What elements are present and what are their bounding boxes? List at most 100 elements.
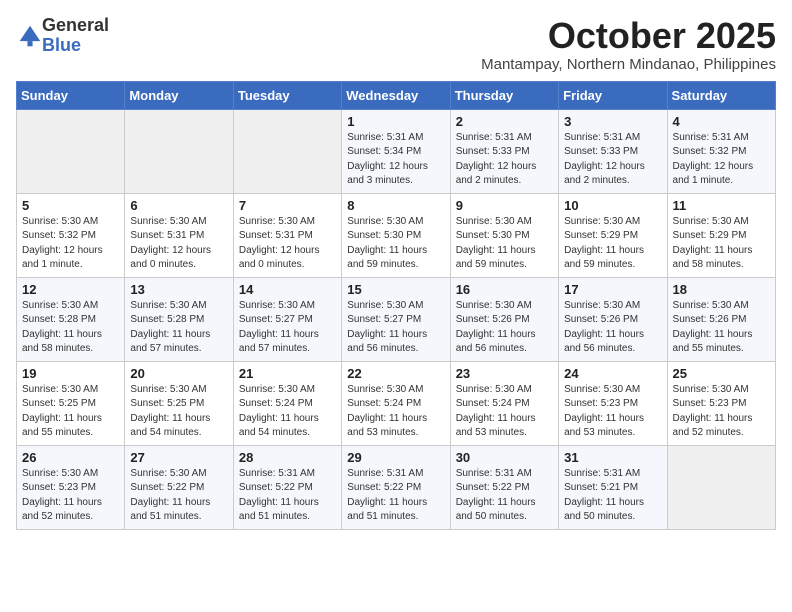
calendar-cell: 15Sunrise: 5:30 AM Sunset: 5:27 PM Dayli… (342, 277, 450, 361)
header-tuesday: Tuesday (233, 81, 341, 109)
day-number: 14 (239, 282, 336, 297)
day-number: 20 (130, 366, 227, 381)
day-info: Sunrise: 5:30 AM Sunset: 5:26 PM Dayligh… (564, 299, 661, 357)
day-number: 11 (673, 198, 770, 213)
day-number: 12 (22, 282, 119, 297)
day-number: 18 (673, 282, 770, 297)
header-thursday: Thursday (450, 81, 558, 109)
day-info: Sunrise: 5:30 AM Sunset: 5:26 PM Dayligh… (673, 299, 770, 357)
day-info: Sunrise: 5:31 AM Sunset: 5:22 PM Dayligh… (456, 467, 553, 525)
calendar-cell: 23 Sunrise: 5:30 AM Sunset: 5:24 PM Dayli… (450, 361, 558, 445)
day-number: 23 (456, 366, 553, 381)
calendar-week-2: 5Sunrise: 5:30 AM Sunset: 5:32 PM Daylig… (17, 193, 776, 277)
day-info: Sunrise: 5:30 AM Sunset: 5:27 PM Dayligh… (347, 299, 444, 357)
day-info: Sunrise: 5:30 AM Sunset: 5:30 PM Dayligh… (456, 215, 553, 273)
day-number: 21 (239, 366, 336, 381)
calendar-cell: 10 Sunrise: 5:30 AM Sunset: 5:29 PM Dayli… (559, 193, 667, 277)
logo: General Blue (16, 16, 109, 56)
day-number: 4 (673, 114, 770, 129)
day-info: Sunrise: 5:30 AM Sunset: 5:25 PM Dayligh… (130, 383, 227, 441)
calendar-cell: 18 Sunrise: 5:30 AM Sunset: 5:26 PM Dayli… (667, 277, 775, 361)
calendar-cell: 3 Sunrise: 5:31 AM Sunset: 5:33 PM Daylig… (559, 109, 667, 193)
calendar-week-3: 12 Sunrise: 5:30 AM Sunset: 5:28 PM Dayli… (17, 277, 776, 361)
day-info: Sunrise: 5:30 AM Sunset: 5:31 PM Dayligh… (130, 215, 227, 273)
calendar-cell: 29 Sunrise: 5:31 AM Sunset: 5:22 PM Dayli… (342, 445, 450, 529)
calendar-cell: 4 Sunrise: 5:31 AM Sunset: 5:32 PM Daylig… (667, 109, 775, 193)
calendar-week-5: 26Sunrise: 5:30 AM Sunset: 5:23 PM Dayli… (17, 445, 776, 529)
calendar-cell: 27 Sunrise: 5:30 AM Sunset: 5:22 PM Dayli… (125, 445, 233, 529)
calendar-cell: 28 Sunrise: 5:31 AM Sunset: 5:22 PM Dayli… (233, 445, 341, 529)
day-info: Sunrise: 5:30 AM Sunset: 5:22 PM Dayligh… (130, 467, 227, 525)
calendar-cell: 31Sunrise: 5:31 AM Sunset: 5:21 PM Dayli… (559, 445, 667, 529)
day-info: Sunrise: 5:30 AM Sunset: 5:24 PM Dayligh… (347, 383, 444, 441)
header-sunday: Sunday (17, 81, 125, 109)
calendar-cell: 1 Sunrise: 5:31 AM Sunset: 5:34 PM Daylig… (342, 109, 450, 193)
calendar-cell: 8Sunrise: 5:30 AM Sunset: 5:30 PM Daylig… (342, 193, 450, 277)
day-number: 2 (456, 114, 553, 129)
title-block: October 2025 Mantampay, Northern Mindana… (481, 16, 776, 73)
calendar-cell (125, 109, 233, 193)
header-wednesday: Wednesday (342, 81, 450, 109)
day-info: Sunrise: 5:31 AM Sunset: 5:22 PM Dayligh… (347, 467, 444, 525)
calendar-cell: 20 Sunrise: 5:30 AM Sunset: 5:25 PM Dayli… (125, 361, 233, 445)
day-number: 19 (22, 366, 119, 381)
calendar-body: 1 Sunrise: 5:31 AM Sunset: 5:34 PM Daylig… (17, 109, 776, 529)
calendar-week-4: 19 Sunrise: 5:30 AM Sunset: 5:25 PM Dayli… (17, 361, 776, 445)
day-number: 7 (239, 198, 336, 213)
day-number: 29 (347, 450, 444, 465)
day-number: 6 (130, 198, 227, 213)
day-info: Sunrise: 5:30 AM Sunset: 5:29 PM Dayligh… (564, 215, 661, 273)
calendar-cell: 26Sunrise: 5:30 AM Sunset: 5:23 PM Dayli… (17, 445, 125, 529)
calendar-cell: 11 Sunrise: 5:30 AM Sunset: 5:29 PM Dayli… (667, 193, 775, 277)
day-info: Sunrise: 5:31 AM Sunset: 5:34 PM Dayligh… (347, 131, 444, 189)
day-info: Sunrise: 5:30 AM Sunset: 5:24 PM Dayligh… (239, 383, 336, 441)
day-number: 31 (564, 450, 661, 465)
calendar-cell: 2 Sunrise: 5:31 AM Sunset: 5:33 PM Daylig… (450, 109, 558, 193)
day-info: Sunrise: 5:30 AM Sunset: 5:28 PM Dayligh… (22, 299, 119, 357)
day-number: 25 (673, 366, 770, 381)
day-number: 17 (564, 282, 661, 297)
header-friday: Friday (559, 81, 667, 109)
day-number: 1 (347, 114, 444, 129)
calendar-cell: 24Sunrise: 5:30 AM Sunset: 5:23 PM Dayli… (559, 361, 667, 445)
day-info: Sunrise: 5:30 AM Sunset: 5:25 PM Dayligh… (22, 383, 119, 441)
calendar-cell: 21 Sunrise: 5:30 AM Sunset: 5:24 PM Dayli… (233, 361, 341, 445)
day-number: 8 (347, 198, 444, 213)
day-number: 13 (130, 282, 227, 297)
calendar-cell (667, 445, 775, 529)
day-info: Sunrise: 5:30 AM Sunset: 5:28 PM Dayligh… (130, 299, 227, 357)
location-title: Mantampay, Northern Mindanao, Philippine… (481, 56, 776, 73)
calendar-cell: 16 Sunrise: 5:30 AM Sunset: 5:26 PM Dayli… (450, 277, 558, 361)
day-number: 28 (239, 450, 336, 465)
day-number: 10 (564, 198, 661, 213)
day-info: Sunrise: 5:30 AM Sunset: 5:29 PM Dayligh… (673, 215, 770, 273)
day-info: Sunrise: 5:31 AM Sunset: 5:33 PM Dayligh… (456, 131, 553, 189)
day-number: 30 (456, 450, 553, 465)
day-info: Sunrise: 5:30 AM Sunset: 5:24 PM Dayligh… (456, 383, 553, 441)
calendar-week-1: 1 Sunrise: 5:31 AM Sunset: 5:34 PM Daylig… (17, 109, 776, 193)
day-number: 3 (564, 114, 661, 129)
day-number: 9 (456, 198, 553, 213)
calendar-cell: 9 Sunrise: 5:30 AM Sunset: 5:30 PM Daylig… (450, 193, 558, 277)
calendar-header: Sunday Monday Tuesday Wednesday Thursday… (17, 81, 776, 109)
calendar-cell: 30 Sunrise: 5:31 AM Sunset: 5:22 PM Dayli… (450, 445, 558, 529)
calendar-cell: 7Sunrise: 5:30 AM Sunset: 5:31 PM Daylig… (233, 193, 341, 277)
calendar-cell (17, 109, 125, 193)
day-number: 24 (564, 366, 661, 381)
calendar-cell: 5Sunrise: 5:30 AM Sunset: 5:32 PM Daylig… (17, 193, 125, 277)
calendar-cell: 22Sunrise: 5:30 AM Sunset: 5:24 PM Dayli… (342, 361, 450, 445)
calendar-cell: 19 Sunrise: 5:30 AM Sunset: 5:25 PM Dayli… (17, 361, 125, 445)
calendar-cell (233, 109, 341, 193)
calendar-cell: 14Sunrise: 5:30 AM Sunset: 5:27 PM Dayli… (233, 277, 341, 361)
day-number: 27 (130, 450, 227, 465)
calendar-cell: 6 Sunrise: 5:30 AM Sunset: 5:31 PM Daylig… (125, 193, 233, 277)
day-info: Sunrise: 5:30 AM Sunset: 5:32 PM Dayligh… (22, 215, 119, 273)
calendar-cell: 17 Sunrise: 5:30 AM Sunset: 5:26 PM Dayli… (559, 277, 667, 361)
calendar-cell: 25Sunrise: 5:30 AM Sunset: 5:23 PM Dayli… (667, 361, 775, 445)
day-info: Sunrise: 5:31 AM Sunset: 5:22 PM Dayligh… (239, 467, 336, 525)
day-info: Sunrise: 5:31 AM Sunset: 5:33 PM Dayligh… (564, 131, 661, 189)
day-number: 26 (22, 450, 119, 465)
day-number: 16 (456, 282, 553, 297)
day-info: Sunrise: 5:31 AM Sunset: 5:32 PM Dayligh… (673, 131, 770, 189)
day-info: Sunrise: 5:30 AM Sunset: 5:26 PM Dayligh… (456, 299, 553, 357)
